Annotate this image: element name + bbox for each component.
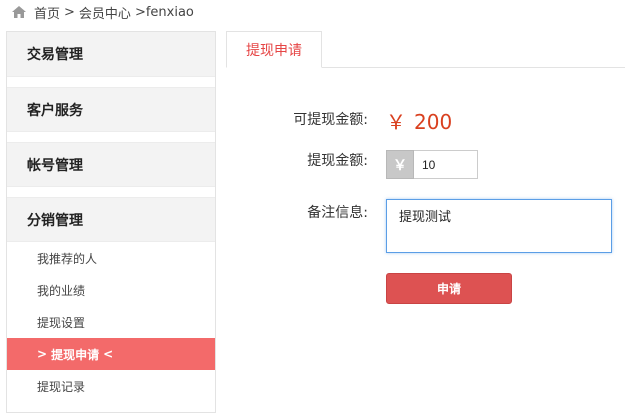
breadcrumb-current: fenxiao xyxy=(145,4,194,20)
sidebar-item-label: 提现申请 xyxy=(51,347,100,362)
currency-symbol: ￥ xyxy=(386,110,406,134)
sidebar-item-label: 我的业绩 xyxy=(37,283,86,298)
active-suffix-arrow: < xyxy=(103,347,114,361)
tab-withdraw-apply[interactable]: 提现申请 xyxy=(226,31,322,68)
sidebar-item-withdraw-records[interactable]: 提现记录 xyxy=(7,370,215,402)
withdraw-amount-group: ￥ xyxy=(386,150,478,179)
available-amount-value: ￥ 200 xyxy=(386,106,452,135)
sidebar-item-label: 提现记录 xyxy=(37,379,86,394)
sidebar-item-referrals[interactable]: 我推荐的人 xyxy=(7,242,215,274)
breadcrumb-separator: > xyxy=(134,4,146,20)
home-icon[interactable] xyxy=(12,6,26,18)
breadcrumb-home[interactable]: 首页 xyxy=(34,3,60,22)
sidebar: 交易管理 客户服务 帐号管理 分销管理 我推荐的人 我的业绩 提现设置 > 提现… xyxy=(6,31,216,413)
withdraw-amount-input[interactable] xyxy=(414,150,478,179)
breadcrumb-separator: > xyxy=(64,4,75,20)
note-label: 备注信息: xyxy=(307,205,368,221)
sidebar-item-label: 我推荐的人 xyxy=(37,251,98,266)
sidebar-group-account[interactable]: 帐号管理 xyxy=(7,142,215,187)
note-textarea[interactable]: 提现测试 xyxy=(386,199,612,253)
sidebar-sub-list: 我推荐的人 我的业绩 提现设置 > 提现申请 < 提现记录 xyxy=(7,242,215,402)
withdraw-amount-label: 提现金额: xyxy=(307,153,368,169)
sidebar-item-performance[interactable]: 我的业绩 xyxy=(7,274,215,306)
sidebar-group-customer-service[interactable]: 客户服务 xyxy=(7,87,215,132)
breadcrumb: 首页 > 会员中心 > fenxiao xyxy=(12,3,194,22)
sidebar-group-trade[interactable]: 交易管理 xyxy=(7,32,215,77)
sidebar-item-withdraw-apply[interactable]: > 提现申请 < xyxy=(7,338,215,370)
yen-icon: ￥ xyxy=(386,150,414,179)
apply-button[interactable]: 申请 xyxy=(386,273,512,304)
sidebar-group-distribution[interactable]: 分销管理 xyxy=(7,197,215,242)
sidebar-item-withdraw-settings[interactable]: 提现设置 xyxy=(7,306,215,338)
available-amount-number: 200 xyxy=(414,110,453,134)
breadcrumb-member-center[interactable]: 会员中心 xyxy=(79,3,131,22)
available-amount-label: 可提现金额: xyxy=(293,112,368,128)
sidebar-item-label: 提现设置 xyxy=(37,315,86,330)
tab-bar: 提现申请 xyxy=(226,31,625,68)
active-prefix-arrow: > xyxy=(37,347,48,361)
